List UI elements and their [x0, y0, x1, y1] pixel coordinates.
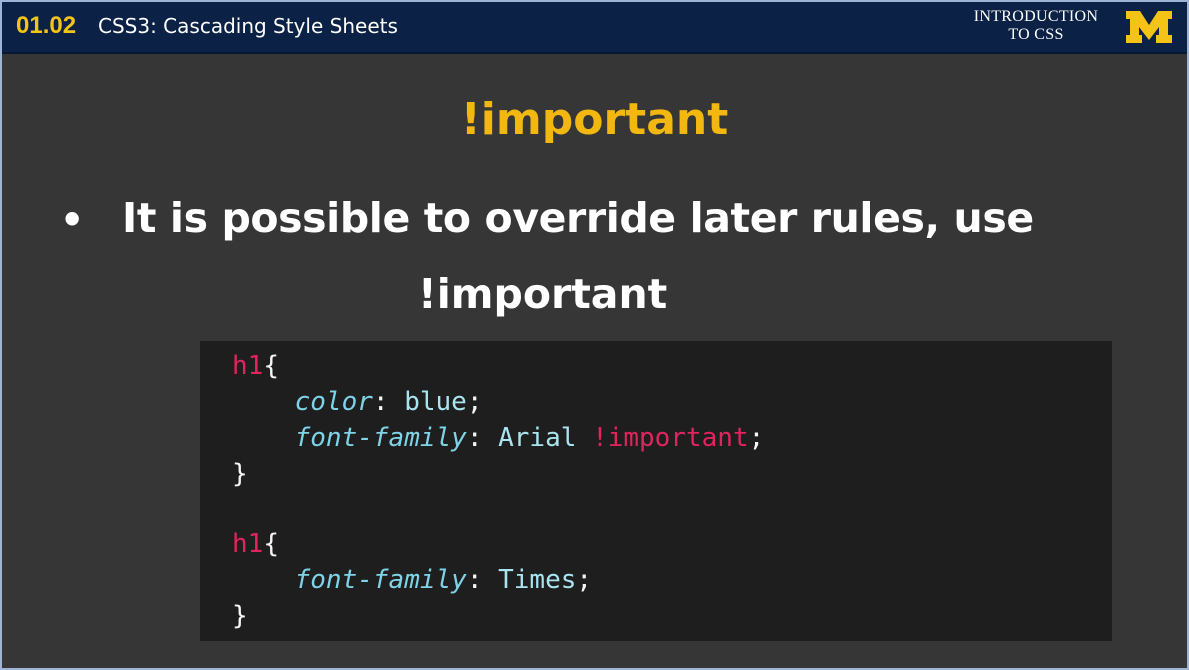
- code-line: }: [232, 459, 248, 489]
- code-value: Arial: [498, 423, 577, 453]
- lesson-number: 01.02: [16, 12, 77, 39]
- code-value: Times: [498, 565, 577, 595]
- code-brace-close: }: [232, 459, 248, 489]
- lesson-title: CSS3: Cascading Style Sheets: [98, 14, 398, 38]
- code-line: color: blue;: [232, 387, 483, 417]
- code-semicolon: ;: [748, 423, 765, 453]
- slide-heading: !important: [460, 94, 729, 145]
- code-line: }: [232, 601, 248, 631]
- course-label-line2: TO CSS: [1008, 26, 1064, 43]
- bullet-text-line1: It is possible to override later rules, …: [122, 194, 1034, 242]
- code-semicolon: ;: [576, 565, 593, 595]
- course-label-line1: INTRODUCTION: [973, 8, 1099, 25]
- code-property: font-family: [294, 423, 467, 453]
- code-line: h1{: [232, 529, 279, 559]
- block-m-logo-icon: [1126, 11, 1172, 43]
- code-value: blue: [404, 387, 467, 417]
- code-line: h1{: [232, 351, 279, 381]
- code-important-keyword: !important: [592, 423, 749, 453]
- code-brace-open: {: [263, 351, 279, 381]
- code-colon: :: [372, 387, 389, 417]
- code-colon: :: [466, 423, 483, 453]
- code-brace-close: }: [232, 601, 248, 631]
- code-block: h1{ color: blue; font-family: Arial !imp…: [200, 341, 1112, 641]
- code-selector: h1: [232, 351, 264, 381]
- code-colon: :: [466, 565, 483, 595]
- bullet-icon: •: [60, 198, 85, 242]
- code-brace-open: {: [263, 529, 279, 559]
- code-line: font-family: Arial !important;: [232, 423, 765, 453]
- code-line: font-family: Times;: [232, 565, 592, 595]
- code-property: font-family: [294, 565, 467, 595]
- code-semicolon: ;: [466, 387, 483, 417]
- code-property: color: [294, 387, 373, 417]
- code-selector: h1: [232, 529, 264, 559]
- header-bar: 01.02 CSS3: Cascading Style Sheets INTRO…: [2, 2, 1187, 54]
- slide-frame: 01.02 CSS3: Cascading Style Sheets INTRO…: [0, 0, 1189, 670]
- course-label: INTRODUCTION TO CSS: [961, 8, 1111, 44]
- bullet-text-line2: !important: [418, 270, 668, 318]
